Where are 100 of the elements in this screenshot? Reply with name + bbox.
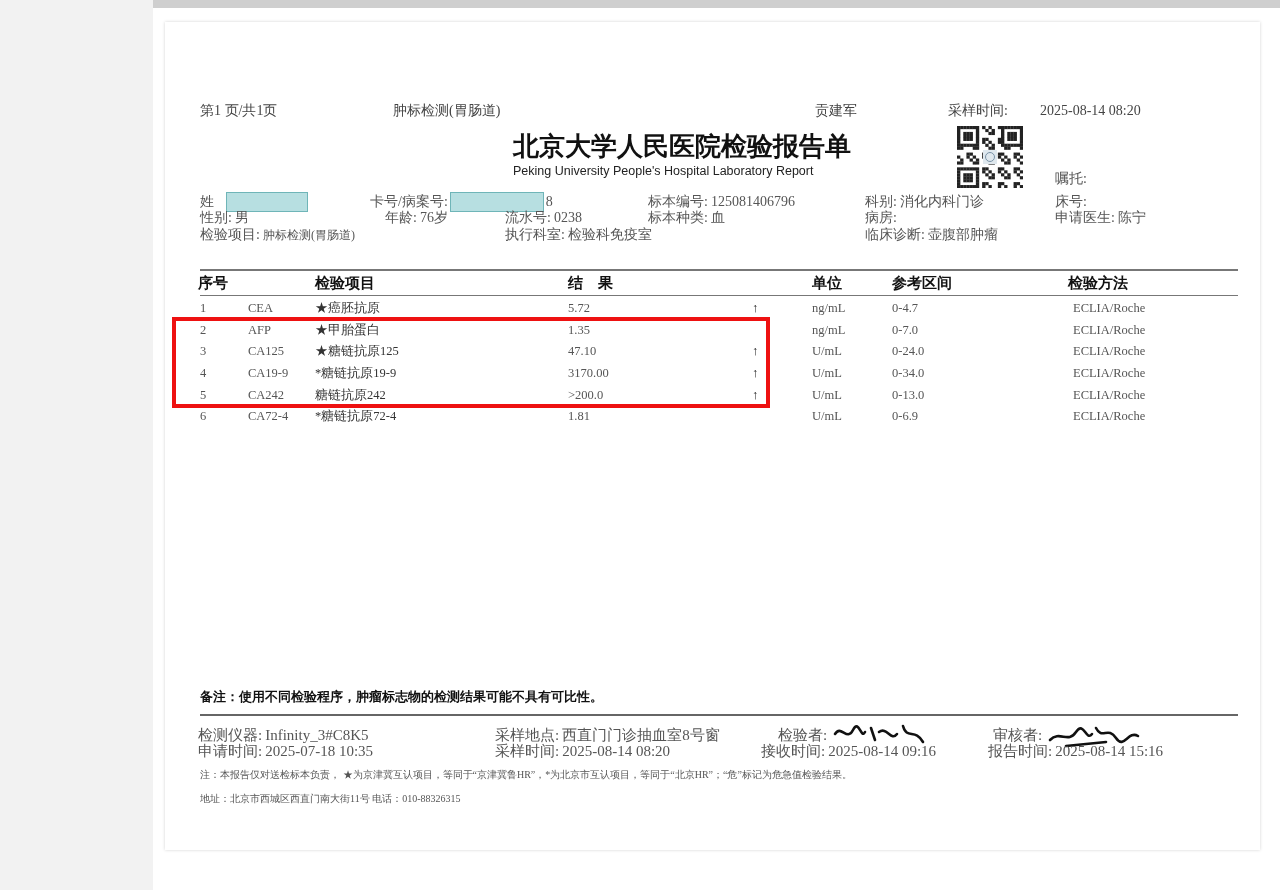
field-value: 血 — [710, 209, 725, 227]
field-value: 2025-07-18 10:35 — [265, 743, 374, 760]
table-cell-text: CA125 — [248, 344, 286, 360]
column-header: 单位 — [812, 273, 843, 293]
flag-label: ↑ — [752, 387, 759, 403]
flag-label: ↑ — [752, 301, 759, 317]
table-cell-text: ng/mL — [812, 301, 847, 317]
field-value: 2025-08-14 08:20 — [1040, 103, 1141, 119]
field-value: 2025-08-14 08:20 — [562, 743, 671, 760]
field-label: 执行科室: — [505, 226, 565, 244]
field-value: 消化内科门诊 — [899, 193, 984, 211]
table-cell-text: CA72-4 — [248, 409, 290, 425]
field-label: 申请时间: — [198, 742, 263, 761]
table-cell-text: 47.10 — [568, 344, 598, 360]
field-label: 检验项目: — [200, 226, 260, 244]
field-label: 姓 — [200, 193, 214, 210]
field-value: 壶腹部肿瘤 — [927, 226, 998, 244]
qr-code — [957, 126, 1023, 188]
field-value: 检验科免疫室 — [567, 226, 652, 244]
field-label: 采样时间: — [948, 102, 1009, 120]
field-label: 申请医生: — [1055, 209, 1115, 227]
column-header: 结 果 — [568, 273, 614, 293]
column-header: 序号 — [198, 273, 229, 293]
table-cell-text: ECLIA/Roche — [1073, 344, 1147, 360]
field-value: 76岁 — [419, 209, 448, 227]
table-cell-text: U/mL — [812, 366, 843, 382]
table-cell-text: CEA — [248, 301, 274, 317]
column-header: 参考区间 — [892, 273, 953, 293]
table-cell-text: ng/mL — [812, 322, 847, 338]
table-cell-text: *糖链抗原19-9 — [315, 365, 398, 383]
table-cell-text: 1.81 — [568, 409, 591, 425]
table-cell-text: ECLIA/Roche — [1073, 301, 1147, 317]
table-cell-text: 2 — [200, 322, 208, 338]
field-value: 陈宁 — [1117, 209, 1146, 227]
table-cell-text: ECLIA/Roche — [1073, 409, 1147, 425]
table-cell-text: *糖链抗原72-4 — [315, 408, 398, 426]
table-cell-text: ECLIA/Roche — [1073, 387, 1147, 403]
table-cell-text: 4 — [200, 366, 208, 382]
field-label: 流水号: — [505, 209, 551, 227]
table-cell-text: 0-4.7 — [892, 301, 920, 317]
table-cell-text: 3170.00 — [568, 366, 610, 382]
field-label: 审核者: — [993, 725, 1043, 743]
table-cell-text: 0-24.0 — [892, 344, 926, 360]
field-value: Infinity_3#C8K5 — [265, 726, 369, 744]
table-cell-text: ★糖链抗原125 — [315, 343, 400, 361]
table-cell-text: ★甲胎蛋白 — [315, 321, 381, 339]
table-cell-text: 3 — [200, 344, 208, 360]
field-value: 男 — [234, 209, 249, 227]
field-label: 检验者: — [778, 725, 828, 743]
address-text: 地址：北京市西城区西直门南大街11号 电话：010-88326315 — [200, 792, 462, 806]
table-cell-text: 1.35 — [568, 322, 591, 338]
field-label: 卡号/病案号: — [370, 193, 448, 210]
table-cell-text: >200.0 — [568, 387, 605, 403]
table-cell-text: 0-6.9 — [892, 409, 920, 425]
field-value: 2025-08-14 15:16 — [1055, 743, 1164, 760]
note-text: 注：本报告仅对送检标本负责， ★为京津冀互认项目，等同于“京津冀鲁HR”，*为北京市互认项目，等同于“北京HR”；“危”标记为危急值检验结果。 — [200, 768, 853, 782]
table-cell-text: ★癌胚抗原 — [315, 300, 381, 318]
field-label: 标本种类: — [648, 209, 708, 227]
patient-name: 贡建军 — [815, 102, 858, 120]
field-label: 床号: — [1055, 193, 1087, 210]
field-label: 采样时间: — [495, 742, 560, 761]
field-label: 科别: — [865, 193, 897, 210]
table-cell-text: U/mL — [812, 344, 843, 360]
field-value: 0238 — [553, 210, 582, 226]
field-value: 西直门门诊抽血室8号窗 — [562, 725, 720, 745]
table-cell-text: ECLIA/Roche — [1073, 366, 1147, 382]
field-label: 年龄: — [385, 209, 417, 227]
table-cell-text: CA242 — [248, 387, 286, 403]
field-label: 采样地点: — [495, 725, 560, 743]
table-cell-text: 5 — [200, 387, 208, 403]
report-title: 北京大学人民医院检验报告单 — [513, 131, 852, 161]
field-label: 报告时间: — [988, 742, 1053, 761]
field-label: 临床诊断: — [865, 226, 925, 244]
flag-label: ↑ — [752, 344, 759, 360]
table-cell-text: 0-13.0 — [892, 387, 926, 403]
table-cell-text: 糖链抗原242 — [315, 386, 387, 404]
field-label: 接收时间: — [761, 742, 826, 761]
field-label: 性别: — [200, 209, 232, 227]
field-label: 检测仪器: — [198, 725, 263, 743]
field-label: 病房: — [865, 209, 897, 227]
table-cell-text: 0-34.0 — [892, 366, 926, 382]
column-header: 检验方法 — [1068, 273, 1129, 293]
field-value: 肿标检测(胃肠道) — [262, 226, 355, 244]
report-subtitle: Peking University People's Hospital Laboratory Report — [513, 164, 815, 178]
table-cell-text: 1 — [200, 301, 208, 317]
field-value: 8 — [545, 194, 553, 210]
table-cell-text: U/mL — [812, 387, 843, 403]
table-cell-text: 6 — [200, 409, 208, 425]
field-label: 嘱托: — [1055, 170, 1088, 188]
table-cell-text: CA19-9 — [248, 366, 290, 382]
test-name: 肿标检测(胃肠道) — [393, 102, 502, 120]
flag-label: ↑ — [752, 366, 759, 382]
field-value: 2025-08-14 09:16 — [828, 743, 937, 760]
field-value: 125081406796 — [710, 194, 795, 210]
table-cell-text: AFP — [248, 322, 272, 338]
table-cell-text: 5.72 — [568, 301, 591, 317]
table-cell-text: U/mL — [812, 409, 843, 425]
field-label: 标本编号: — [648, 193, 708, 210]
table-cell-text: 0-7.0 — [892, 322, 920, 338]
column-header: 检验项目 — [315, 273, 376, 293]
